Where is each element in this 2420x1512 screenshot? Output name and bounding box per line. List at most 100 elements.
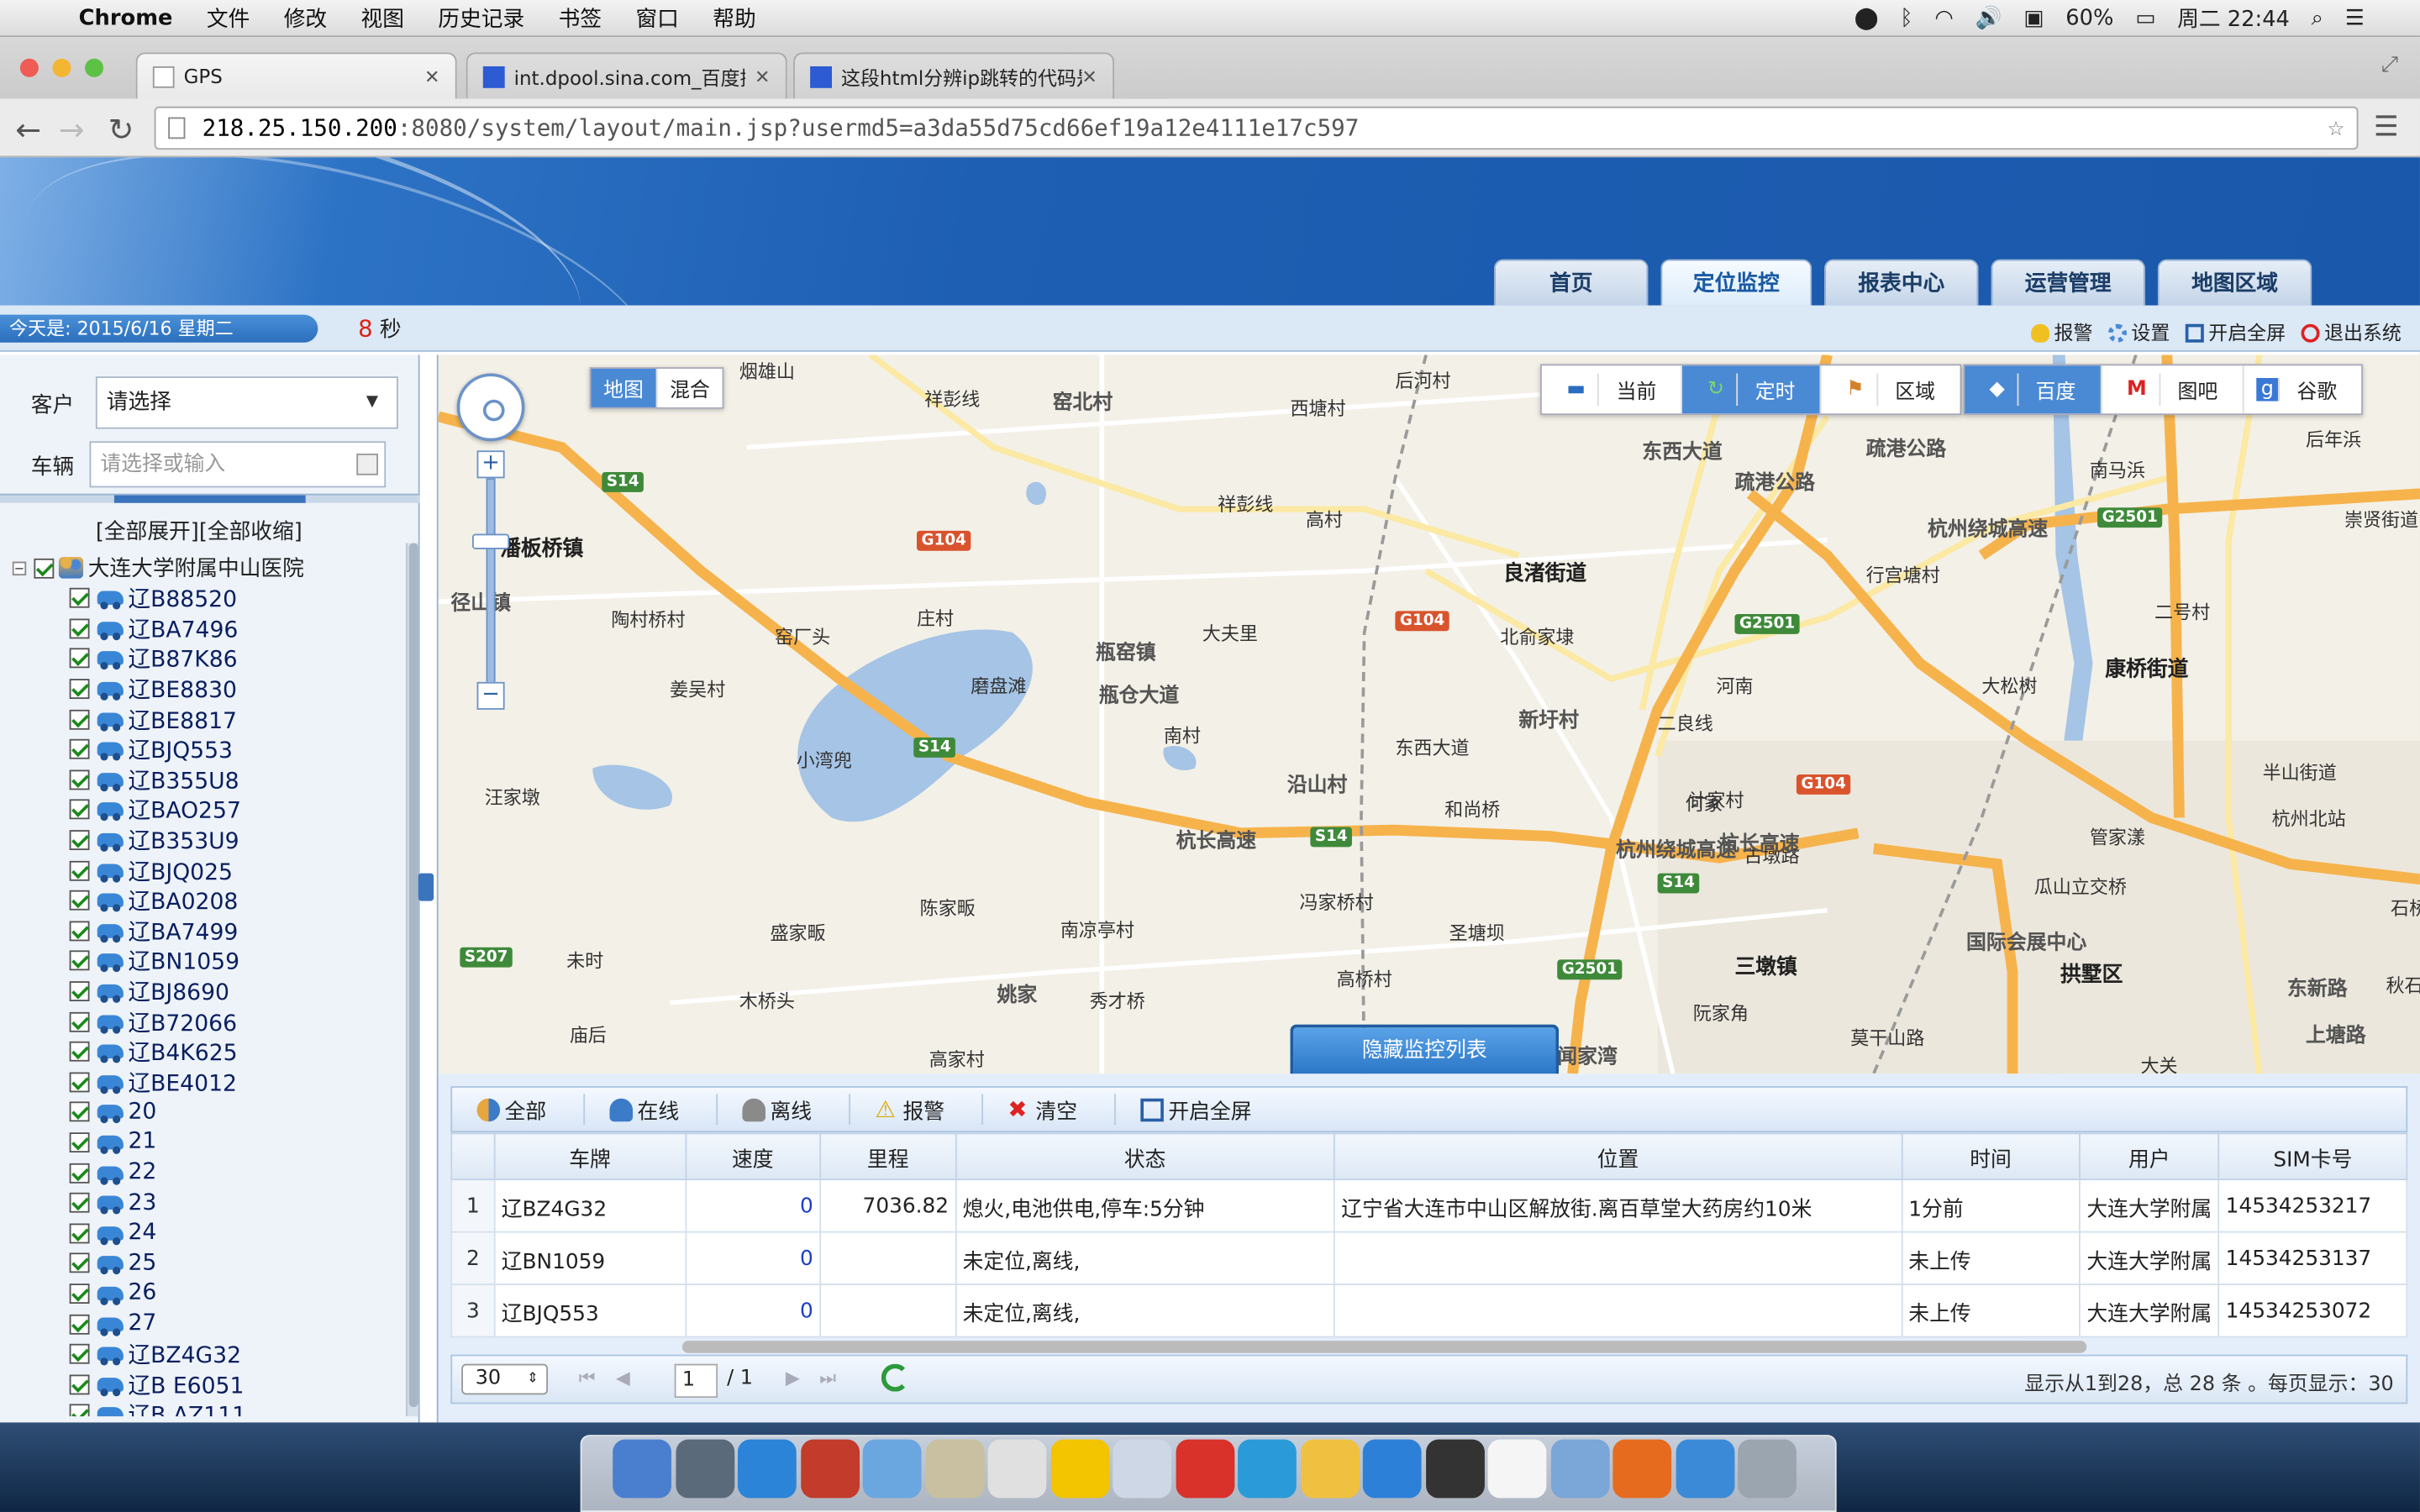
edit-icon[interactable]	[356, 453, 378, 475]
vehicle-tree-item[interactable]: 辽B72066	[13, 1006, 405, 1037]
splitter-grip[interactable]	[113, 495, 306, 503]
close-tab-icon[interactable]: ✕	[755, 66, 770, 87]
hat-icon[interactable]: ⬤	[1854, 5, 1879, 29]
last-page-icon[interactable]: ⏭	[819, 1367, 836, 1390]
menu-app-chrome[interactable]: Chrome	[61, 5, 189, 29]
table-row[interactable]: 3 辽BJQ553 0 未定位,离线, 未上传 大连大学附属 14534253072	[450, 1284, 2408, 1338]
col-mileage[interactable]: 里程	[819, 1132, 957, 1181]
vehicle-tree-item[interactable]: 辽B AZ111	[13, 1399, 405, 1417]
menu-window[interactable]: 窗口	[618, 3, 696, 34]
menu-view[interactable]: 视图	[344, 3, 421, 34]
map-type-map[interactable]: 地图	[591, 368, 658, 407]
clear-button[interactable]: ✖ 清空	[983, 1094, 1116, 1125]
col-location[interactable]: 位置	[1334, 1132, 1902, 1181]
tree-scrollbar[interactable]	[406, 543, 418, 1417]
vehicle-tree-item[interactable]: 辽BJQ553	[13, 734, 405, 764]
close-tab-icon[interactable]: ✕	[424, 66, 439, 87]
tab-gps[interactable]: GPS ✕	[135, 52, 457, 99]
zoom-rail[interactable]	[486, 478, 496, 695]
vehicle-tree-item[interactable]: 辽BJQ025	[13, 855, 405, 885]
expand-all-link[interactable]: [全部展开]	[96, 520, 199, 544]
table-row[interactable]: 1 辽BZ4G32 0 7036.82 熄火,电池供电,停车:5分钟 辽宁省大连市中山区解…	[450, 1179, 2408, 1233]
chrome-icon[interactable]	[1300, 1439, 1360, 1499]
close-tab-icon[interactable]: ✕	[1081, 66, 1097, 87]
close-window-button[interactable]	[19, 58, 39, 77]
textedit-icon[interactable]	[925, 1439, 984, 1499]
checkbox[interactable]	[69, 951, 90, 972]
checkbox[interactable]	[69, 1314, 90, 1334]
checkbox[interactable]	[69, 1284, 90, 1304]
provider-baidu[interactable]: ◆ 百度	[1965, 365, 2102, 414]
safari-icon[interactable]	[737, 1439, 797, 1499]
first-page-icon[interactable]: ⏮	[579, 1367, 596, 1390]
nav-location-monitor[interactable]: 定位监控	[1660, 259, 1812, 306]
vehicle-tree-item[interactable]: 21	[13, 1127, 405, 1158]
vehicle-tree-item[interactable]: 20	[13, 1097, 405, 1127]
checkbox[interactable]	[69, 1253, 90, 1273]
menu-edit[interactable]: 修改	[266, 3, 344, 34]
col-speed[interactable]: 速度	[684, 1132, 822, 1181]
vehicle-tree-item[interactable]: 辽BE4012	[13, 1067, 405, 1097]
iphoto-icon[interactable]	[1238, 1439, 1297, 1499]
notes-icon[interactable]	[1050, 1439, 1109, 1499]
vehicle-tree-item[interactable]: 25	[13, 1248, 405, 1278]
back-arrow-icon[interactable]: ←	[15, 111, 41, 148]
col-sim[interactable]: SIM卡号	[2217, 1132, 2408, 1181]
nav-map-area[interactable]: 地图区域	[2157, 259, 2312, 306]
collapse-all-link[interactable]: [全部收缩]	[199, 520, 302, 544]
zoom-out-button[interactable]: −	[476, 681, 505, 710]
nav-operations[interactable]: 运营管理	[1991, 259, 2146, 306]
checkbox[interactable]	[69, 1344, 90, 1364]
fullscreen-arrows-icon[interactable]: ⤢	[2381, 52, 2399, 76]
mode-timed[interactable]: ↻ 定时	[1682, 365, 1822, 414]
vehicle-tree-item[interactable]: 辽BE8830	[13, 674, 405, 704]
scrollbar-thumb[interactable]	[408, 543, 418, 1408]
zoom-window-button[interactable]	[85, 58, 104, 77]
terminal-icon[interactable]	[1425, 1439, 1484, 1499]
chrome-menu-icon[interactable]: ☰	[2374, 111, 2399, 144]
mail-icon[interactable]	[1675, 1439, 1734, 1499]
checkbox[interactable]	[69, 1072, 90, 1093]
zoom-slider-knob[interactable]	[472, 533, 510, 549]
checkbox[interactable]	[34, 557, 55, 578]
chevron-down-icon[interactable]: ▼	[366, 378, 378, 428]
vehicle-tree-item[interactable]: 27	[13, 1309, 405, 1339]
checkbox[interactable]	[69, 1223, 90, 1243]
checkbox[interactable]	[69, 618, 90, 639]
customer-select[interactable]: 请选择 ▼	[95, 376, 398, 429]
wifi-icon[interactable]: ◠	[1934, 5, 1953, 29]
table-row[interactable]: 2 辽BN1059 0 未定位,离线, 未上传 大连大学附属 14534253137	[450, 1231, 2408, 1285]
satellite-icon[interactable]	[1549, 1439, 1609, 1499]
checkbox[interactable]	[69, 1193, 90, 1213]
vehicle-tree-item[interactable]: 辽BA7499	[13, 916, 405, 946]
search-icon[interactable]: ⌕	[2312, 5, 2323, 29]
bluetooth-icon[interactable]: ᛒ	[1900, 5, 1912, 29]
vehicle-tree-item[interactable]: 辽BE8817	[13, 704, 405, 734]
qq-icon[interactable]	[1487, 1439, 1547, 1499]
address-bar[interactable]: 218.25.150.200:8080/system/layout/main.j…	[154, 106, 2359, 150]
s-app-icon[interactable]: ▣	[2023, 5, 2044, 29]
vehicle-tree-item[interactable]: 23	[13, 1188, 405, 1218]
bookmark-star-icon[interactable]: ☆	[2328, 108, 2344, 149]
vehicle-tree-item[interactable]: 24	[13, 1218, 405, 1248]
col-plate[interactable]: 车牌	[493, 1132, 687, 1181]
filter-offline-button[interactable]: 离线	[718, 1094, 851, 1125]
checkbox[interactable]	[69, 1404, 90, 1417]
nav-home[interactable]: 首页	[1493, 259, 1649, 306]
vehicle-tree-item[interactable]: 辽BZ4G32	[13, 1339, 405, 1369]
vehicle-tree-item[interactable]: 辽B87K86	[13, 643, 405, 674]
vehicle-tree-item[interactable]: 辽B353U9	[13, 825, 405, 855]
next-page-icon[interactable]: ▶	[786, 1367, 800, 1389]
checkbox[interactable]	[69, 921, 90, 942]
vehicle-tree-item[interactable]: 26	[13, 1278, 405, 1309]
hide-monitor-list-button[interactable]: 隐藏监控列表	[1290, 1024, 1560, 1074]
preview-icon[interactable]	[862, 1439, 922, 1499]
vehicle-input[interactable]: 请选择或输入	[89, 441, 387, 488]
checkbox[interactable]	[69, 1163, 90, 1183]
refresh-icon[interactable]	[881, 1363, 909, 1392]
settings-link[interactable]: 设置	[2107, 317, 2170, 346]
menu-history[interactable]: 历史记录	[421, 3, 541, 34]
checkbox[interactable]	[69, 679, 90, 700]
list-icon[interactable]: ☰	[2345, 5, 2365, 29]
grid-fullscreen-button[interactable]: 开启全屏	[1116, 1094, 1289, 1125]
